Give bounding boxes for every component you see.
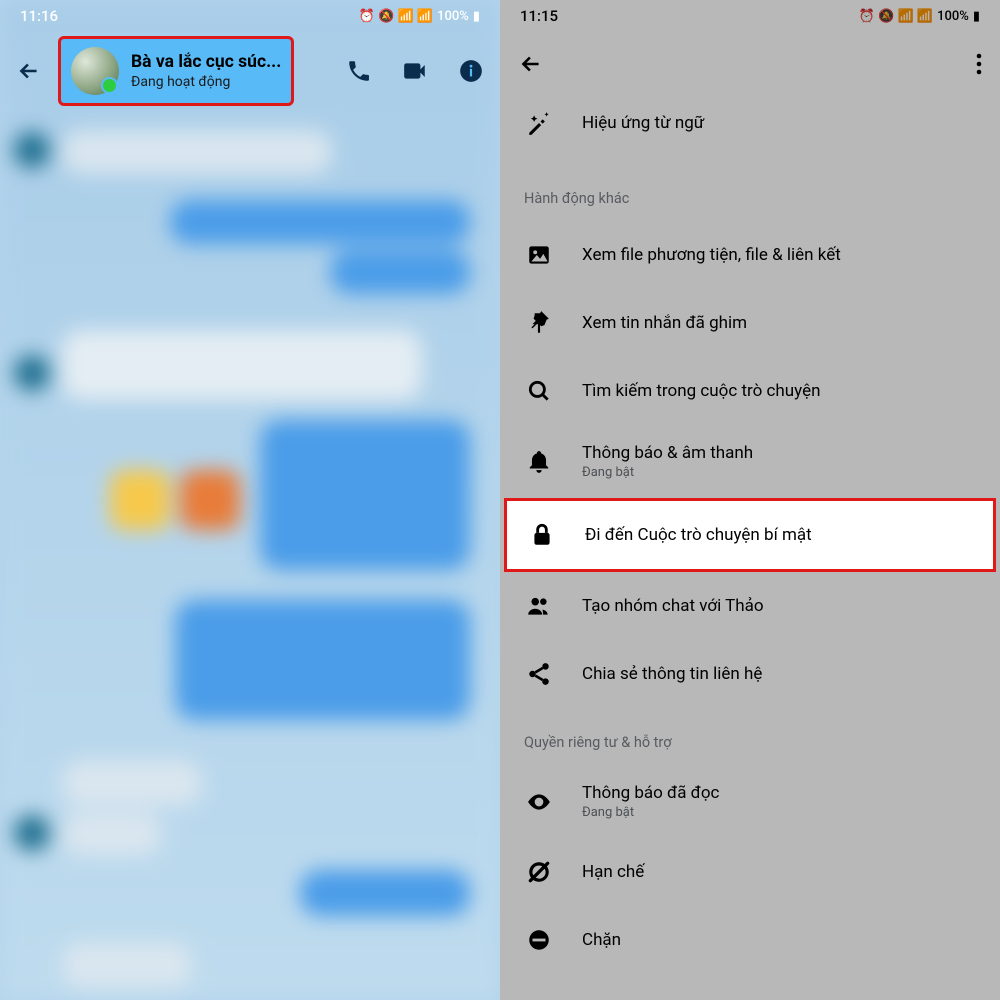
item-view-pinned[interactable]: Xem tin nhắn đã ghim	[500, 289, 1000, 357]
status-bar: 11:15 ⏰ 🔕 📶 📶 100% ▮	[500, 0, 1000, 32]
share-icon	[524, 661, 554, 687]
more-icon[interactable]	[976, 52, 982, 76]
item-create-group[interactable]: Tạo nhóm chat với Thảo	[500, 572, 1000, 640]
status-icons: ⏰ 🔕 📶 📶 100% ▮	[359, 9, 480, 24]
lock-icon	[527, 522, 557, 548]
search-icon	[524, 378, 554, 404]
block-icon	[524, 927, 554, 953]
chat-header: Bà va lắc cục súc... Đang hoạt động	[0, 32, 500, 110]
magic-wand-icon	[524, 110, 554, 136]
item-share-contact[interactable]: Chia sẻ thông tin liên hệ	[500, 640, 1000, 708]
eye-icon	[524, 789, 554, 815]
bell-icon	[524, 449, 554, 475]
item-label: Xem tin nhắn đã ghim	[582, 313, 747, 333]
back-icon[interactable]	[518, 51, 544, 77]
section-other-actions: Hành động khác	[500, 164, 1000, 221]
section-privacy: Quyền riêng tư & hỗ trợ	[500, 708, 1000, 765]
item-sublabel: Đang bật	[582, 465, 753, 480]
status-time: 11:15	[520, 7, 558, 25]
item-label: Thông báo đã đọc	[582, 783, 719, 803]
chat-profile-button[interactable]: Bà va lắc cục súc... Đang hoạt động	[58, 36, 294, 106]
chat-title: Bà va lắc cục súc...	[131, 51, 281, 74]
image-icon	[524, 242, 554, 268]
pin-icon	[524, 310, 554, 336]
item-label: Chặn	[582, 930, 621, 950]
item-view-media[interactable]: Xem file phương tiện, file & liên kết	[500, 221, 1000, 289]
item-label: Tìm kiếm trong cuộc trò chuyện	[582, 381, 821, 401]
item-notifications[interactable]: Thông báo & âm thanh Đang bật	[500, 425, 1000, 498]
item-label: Hiệu ứng từ ngữ	[582, 113, 704, 133]
left-screenshot: 11:16 ⏰ 🔕 📶 📶 100% ▮ Bà va lắc cục súc..…	[0, 0, 500, 1000]
status-icons: ⏰ 🔕 📶 📶 100% ▮	[859, 9, 980, 24]
profile-text: Bà va lắc cục súc... Đang hoạt động	[131, 51, 281, 92]
settings-list: Hiệu ứng từ ngữ Hành động khác Xem file …	[500, 96, 1000, 974]
item-label: Tạo nhóm chat với Thảo	[582, 596, 764, 616]
item-search[interactable]: Tìm kiếm trong cuộc trò chuyện	[500, 357, 1000, 425]
video-icon[interactable]	[400, 58, 430, 84]
blurred-chat-bg	[0, 0, 500, 1000]
avatar	[71, 47, 119, 95]
item-label: Hạn chế	[582, 862, 644, 882]
item-label: Thông báo & âm thanh	[582, 443, 753, 463]
item-secret-conversation-highlight: Đi đến Cuộc trò chuyện bí mật	[504, 498, 996, 572]
call-icon[interactable]	[346, 58, 372, 84]
info-icon[interactable]	[458, 58, 484, 84]
right-screenshot: 11:15 ⏰ 🔕 📶 📶 100% ▮ Hiệu ứng từ ngữ Hàn…	[500, 0, 1000, 1000]
chat-status: Đang hoạt động	[131, 73, 281, 91]
back-icon[interactable]	[16, 58, 42, 84]
item-block[interactable]: Chặn	[500, 906, 1000, 974]
item-label: Chia sẻ thông tin liên hệ	[582, 664, 762, 684]
item-label: Đi đến Cuộc trò chuyện bí mật	[585, 525, 812, 545]
item-read-receipts[interactable]: Thông báo đã đọc Đang bật	[500, 765, 1000, 838]
item-sublabel: Đang bật	[582, 805, 719, 820]
item-label: Xem file phương tiện, file & liên kết	[582, 245, 841, 265]
status-time: 11:16	[20, 7, 58, 25]
status-bar: 11:16 ⏰ 🔕 📶 📶 100% ▮	[0, 0, 500, 32]
restrict-icon	[524, 859, 554, 885]
item-restrict[interactable]: Hạn chế	[500, 838, 1000, 906]
people-icon	[524, 593, 554, 619]
settings-header	[500, 32, 1000, 96]
item-word-effects[interactable]: Hiệu ứng từ ngữ	[500, 96, 1000, 164]
item-secret-conversation[interactable]: Đi đến Cuộc trò chuyện bí mật	[507, 501, 993, 569]
